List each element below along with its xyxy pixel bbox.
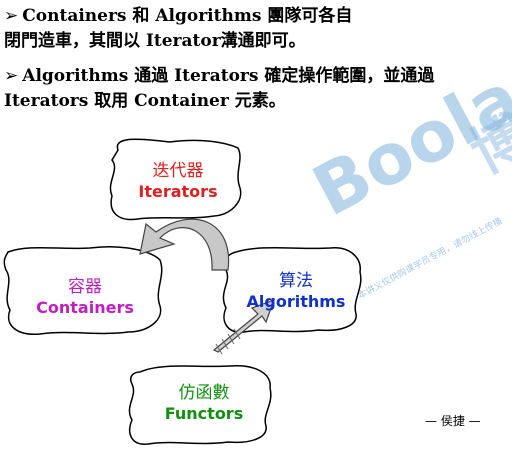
algorithms-en: Algorithms: [246, 292, 346, 311]
functors-box: 仿函數 Functors: [142, 382, 266, 424]
bullet-arrow-icon: ➢: [4, 66, 19, 86]
stl-diagram: 迭代器 Iterators 容器 Containers 算法 Algorithm…: [0, 120, 512, 448]
containers-en: Containers: [36, 298, 134, 317]
containers-box: 容器 Containers: [20, 276, 150, 318]
author-signature: — 侯捷 —: [425, 414, 481, 428]
iterators-box: 迭代器 Iterators: [118, 160, 238, 202]
iterators-zh: 迭代器: [152, 161, 204, 181]
algorithms-box: 算法 Algorithms: [236, 270, 356, 312]
containers-zh: 容器: [68, 277, 102, 297]
bullet-1-line-2: 閉門造車，其間以 Iterator溝通即可。: [4, 31, 306, 51]
bullet-1: ➢ Containers 和 Algorithms 團隊可各自 閉門造車，其間以 …: [4, 4, 508, 54]
functors-en: Functors: [164, 404, 244, 423]
functors-zh: 仿函數: [178, 383, 230, 403]
algorithms-zh: 算法: [279, 271, 313, 291]
bullet-arrow-icon: ➢: [4, 6, 19, 26]
bullet-1-line-1: Containers 和 Algorithms 團隊可各自: [22, 6, 353, 26]
iterators-en: Iterators: [138, 182, 218, 201]
bullet-2-line-1: Algorithms 通過 Iterators 確定操作範圍，並通過: [22, 66, 435, 86]
bullet-2: ➢ Algorithms 通過 Iterators 確定操作範圍，並通過 Iter…: [4, 64, 508, 114]
bullet-2-line-2: Iterators 取用 Container 元素。: [4, 91, 286, 111]
